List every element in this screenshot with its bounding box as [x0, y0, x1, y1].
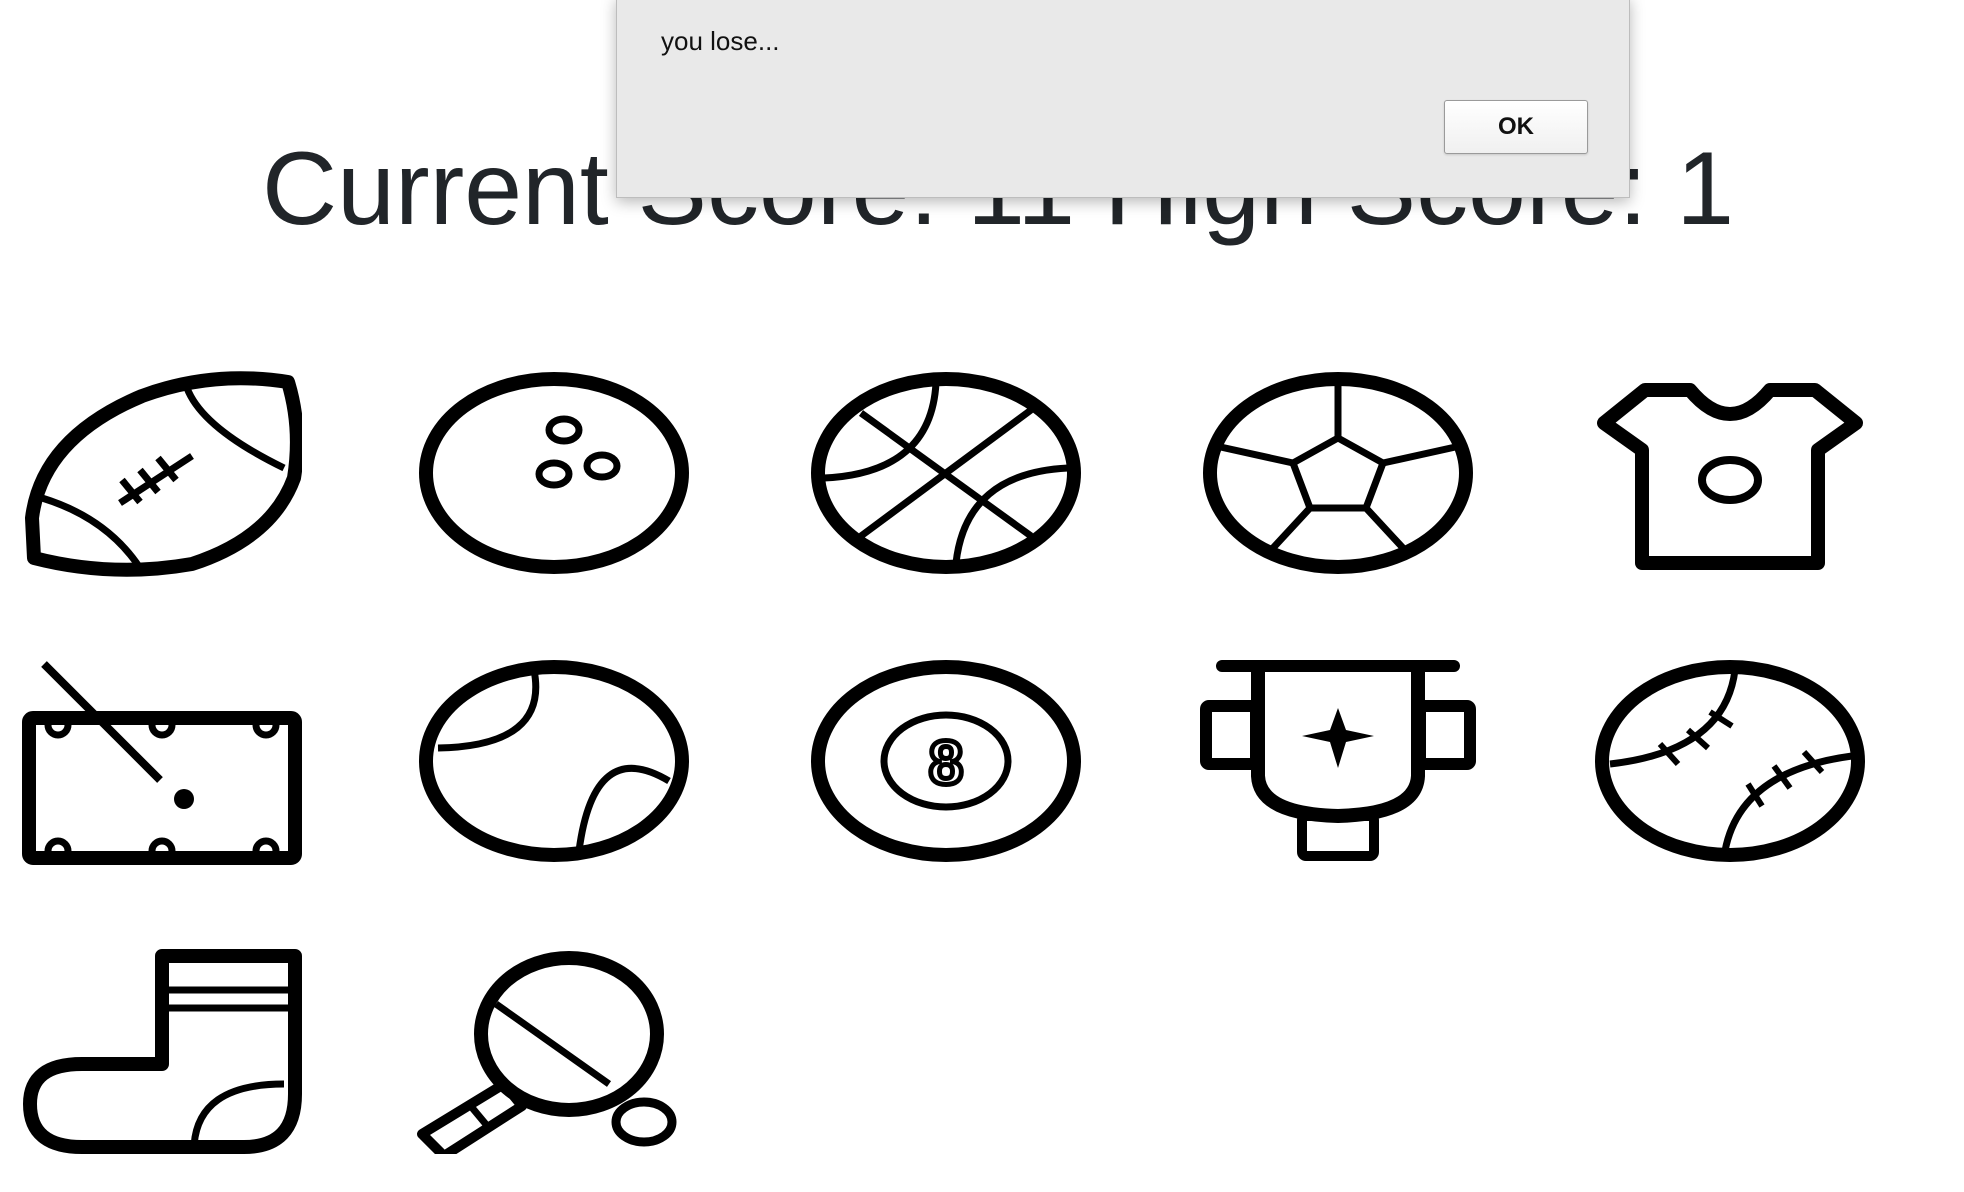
ping-pong-paddle-icon	[417, 951, 677, 1154]
tennis-ball-icon	[419, 660, 689, 862]
card-jersey[interactable]	[1590, 368, 1870, 578]
eight-ball-icon: 8	[811, 660, 1081, 862]
jersey-icon	[1597, 383, 1863, 570]
game-page: Current Score: 11 High Score: 1	[0, 0, 1964, 1192]
card-bowling-ball[interactable]	[414, 368, 694, 578]
trophy-icon	[1200, 660, 1476, 861]
ok-button[interactable]: OK	[1444, 100, 1588, 154]
card-trophy[interactable]	[1198, 656, 1478, 866]
card-tennis-ball[interactable]	[414, 656, 694, 866]
alert-dialog: you lose... OK	[616, 0, 1630, 198]
sock-icon	[23, 949, 302, 1154]
card-pool-table[interactable]	[22, 656, 302, 866]
soccer-ball-icon	[1203, 372, 1473, 574]
bowling-ball-icon	[419, 372, 689, 574]
card-sock[interactable]	[22, 944, 302, 1154]
american-football-icon	[25, 371, 302, 577]
pool-table-icon	[22, 661, 302, 865]
card-ping-pong-paddle[interactable]	[414, 944, 694, 1154]
basketball-icon	[811, 372, 1081, 574]
card-basketball[interactable]	[806, 368, 1086, 578]
card-eight-ball[interactable]: 8	[806, 656, 1086, 866]
alert-message: you lose...	[661, 26, 780, 56]
card-soccer-ball[interactable]	[1198, 368, 1478, 578]
card-baseball[interactable]	[1590, 656, 1870, 866]
baseball-icon	[1595, 660, 1865, 862]
card-american-football[interactable]	[22, 368, 302, 578]
svg-text:8: 8	[929, 729, 963, 798]
